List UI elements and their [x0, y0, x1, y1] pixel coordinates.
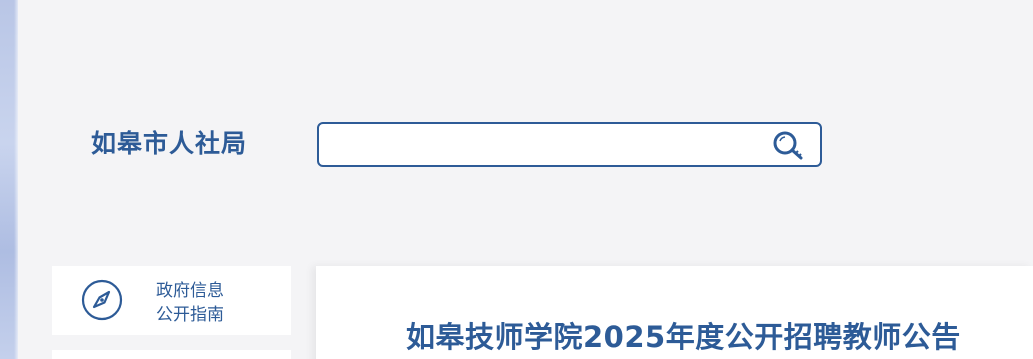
article-card: 如皋技师学院2025年度公开招聘教师公告	[316, 266, 1033, 359]
left-decorative-strip	[0, 0, 18, 359]
page: 如皋市人社局 政府信息 公开指南 如皋技师学院2025年度公开招聘教师公告	[0, 0, 1033, 359]
sidebar-item-gov-info-guide[interactable]: 政府信息 公开指南	[52, 266, 291, 335]
search-box	[317, 122, 822, 167]
search-button[interactable]	[770, 130, 806, 162]
sidebar-item-next[interactable]	[52, 350, 291, 359]
sidebar-item-label: 政府信息 公开指南	[156, 279, 224, 327]
search-input[interactable]	[329, 130, 773, 162]
sidebar-item-label-line1: 政府信息	[156, 281, 224, 301]
search-icon	[773, 131, 803, 160]
article-title: 如皋技师学院2025年度公开招聘教师公告	[406, 320, 961, 354]
site-title[interactable]: 如皋市人社局	[91, 124, 247, 160]
compass-icon	[81, 279, 123, 321]
sidebar-item-label-line2: 公开指南	[156, 305, 224, 325]
